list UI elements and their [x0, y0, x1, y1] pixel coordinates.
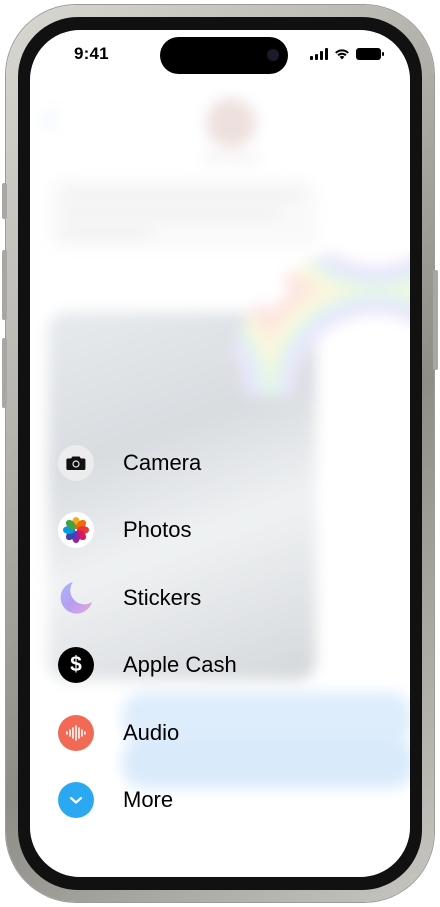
menu-item-apple-cash[interactable]: $ Apple Cash — [58, 632, 358, 700]
status-icons — [310, 47, 384, 61]
apple-cash-icon: $ — [58, 647, 94, 684]
audio-waveform-icon — [58, 714, 94, 751]
side-button — [433, 270, 438, 370]
menu-item-photos[interactable]: Photos — [58, 497, 358, 565]
menu-item-camera[interactable]: Camera — [58, 429, 358, 497]
photos-icon — [58, 512, 94, 549]
cellular-signal-icon — [310, 48, 328, 60]
volume-down-button — [2, 338, 7, 408]
menu-item-stickers[interactable]: Stickers — [58, 564, 358, 632]
action-button — [2, 183, 7, 219]
front-camera — [267, 49, 279, 61]
menu-item-label: Stickers — [123, 584, 202, 610]
menu-item-label: More — [123, 787, 174, 813]
menu-item-label: Apple Cash — [123, 652, 237, 678]
battery-icon — [356, 48, 384, 60]
chevron-down-icon — [58, 782, 94, 819]
menu-item-label: Audio — [123, 719, 180, 745]
menu-item-more[interactable]: More — [58, 767, 358, 835]
phone-screen: 9:41 Camera Photos Stickers $ Apple Cash… — [30, 30, 410, 877]
volume-up-button — [2, 250, 7, 320]
status-time: 9:41 — [74, 44, 109, 63]
menu-item-audio[interactable]: Audio — [58, 699, 358, 767]
stickers-icon — [58, 580, 94, 616]
attachment-menu: Camera Photos Stickers $ Apple Cash Audi… — [58, 429, 358, 834]
camera-icon — [58, 444, 94, 481]
wifi-icon — [335, 49, 349, 60]
menu-item-label: Photos — [123, 517, 192, 543]
menu-item-label: Camera — [123, 449, 202, 475]
